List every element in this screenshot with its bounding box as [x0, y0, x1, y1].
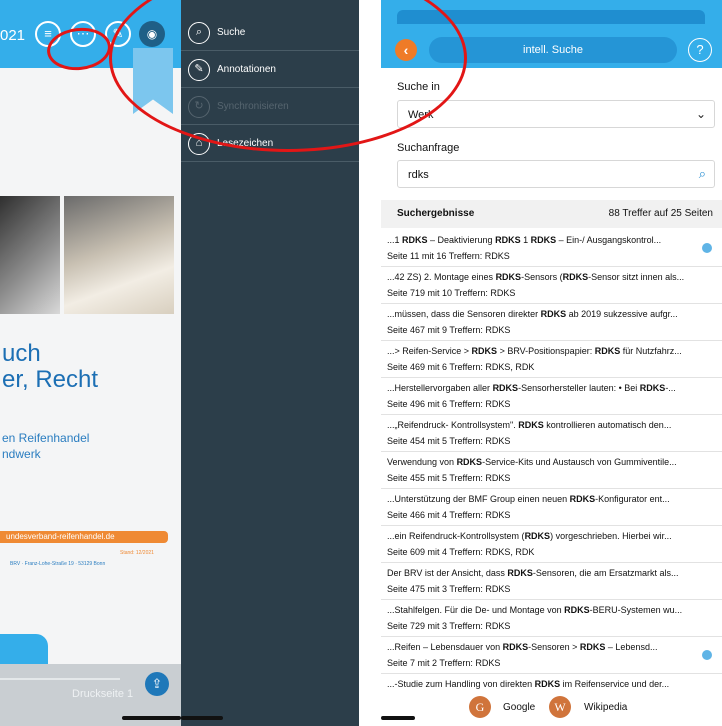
result-meta: Seite 719 mit 10 Treffern: RDKS	[387, 288, 516, 298]
year-fragment: 021	[0, 27, 26, 44]
result-row[interactable]: Der BRV ist der Ansicht, dass RDKS-Senso…	[381, 563, 722, 600]
annotation-dot-icon[interactable]	[702, 650, 712, 660]
google-icon[interactable]: G	[469, 696, 491, 718]
result-row[interactable]: ...„Reifendruck- Kontrollsystem". RDKS k…	[381, 415, 722, 452]
cover-sub-line2: ndwerk	[2, 447, 41, 461]
result-snippet: ...„Reifendruck- Kontrollsystem". RDKS k…	[387, 420, 672, 430]
home-indicator	[122, 716, 181, 720]
result-snippet: Der BRV ist der Ansicht, dass RDKS-Senso…	[387, 568, 679, 578]
result-meta: Seite 454 mit 5 Treffern: RDKS	[387, 436, 511, 446]
page-slider[interactable]	[0, 678, 120, 680]
result-row[interactable]: ...42 ZS) 2. Montage eines RDKS-Sensors …	[381, 267, 722, 304]
query-label: Suchanfrage	[397, 142, 460, 154]
print-page-label: Druckseite 1	[72, 688, 134, 700]
cover-accent-block	[0, 634, 48, 668]
result-row[interactable]: ...müssen, dass die Sensoren direkter RD…	[381, 304, 722, 341]
result-row[interactable]: ...Unterstützung der BMF Group einen neu…	[381, 489, 722, 526]
wikipedia-icon[interactable]: W	[549, 696, 571, 718]
result-snippet: ...-Studie zum Handling von direkten RDK…	[387, 679, 670, 689]
cover-title: uch er, Recht	[2, 341, 98, 393]
result-row[interactable]: ...Herstellervorgaben aller RDKS-Sensorh…	[381, 378, 722, 415]
result-row[interactable]: ...> Reifen-Service > RDKS > BRV-Positio…	[381, 341, 722, 378]
annotation-dot-icon[interactable]	[702, 243, 712, 253]
results-label: Suchergebnisse	[397, 208, 475, 219]
home-indicator	[381, 716, 415, 720]
result-snippet: ...> Reifen-Service > RDKS > BRV-Positio…	[387, 346, 682, 356]
cover-photo-left	[0, 196, 60, 314]
result-meta: Seite 475 mit 3 Treffern: RDKS	[387, 584, 511, 594]
share-icon[interactable]: ⇪	[145, 672, 169, 696]
results-count: 88 Treffer auf 25 Seiten	[608, 208, 713, 219]
result-snippet: ...ein Reifendruck-Kontrollsystem (RDKS)…	[387, 531, 672, 541]
result-meta: Seite 469 mit 6 Treffern: RDKS, RDK	[387, 362, 535, 372]
result-meta: Seite 467 mit 9 Treffern: RDKS	[387, 325, 511, 335]
search-in-select[interactable]: Werk ⌄	[397, 100, 715, 128]
search-icon[interactable]: ⌕	[699, 166, 706, 182]
cover-sub-line1: en Reifenhandel	[2, 431, 90, 445]
result-snippet: ...1 RDKS – Deaktivierung RDKS 1 RDKS – …	[387, 235, 662, 245]
chevron-down-icon: ⌄	[695, 107, 706, 121]
query-input[interactable]: rdks ⌕	[397, 160, 715, 188]
result-meta: Seite 11 mit 16 Treffern: RDKS	[387, 251, 510, 261]
result-row[interactable]: ...Stahlfelgen. Für die De- und Montage …	[381, 600, 722, 637]
result-row[interactable]: Verwendung von RDKS-Service-Kits und Aus…	[381, 452, 722, 489]
result-snippet: ...Herstellervorgaben aller RDKS-Sensorh…	[387, 383, 676, 393]
result-snippet: ...Stahlfelgen. Für die De- und Montage …	[387, 605, 683, 615]
result-snippet: ...42 ZS) 2. Montage eines RDKS-Sensors …	[387, 272, 685, 282]
cover-title-line1: uch	[2, 340, 41, 367]
cover-stand: Stand: 12/2021	[120, 550, 154, 556]
query-value: rdks	[408, 169, 429, 181]
cover-address: BRV · Franz-Lohe-Straße 19 · 53129 Bonn	[10, 561, 106, 567]
wikipedia-label[interactable]: Wikipedia	[584, 702, 627, 713]
result-meta: Seite 455 mit 5 Treffern: RDKS	[387, 473, 511, 483]
cover-photo-right	[64, 196, 174, 314]
external-search-bar: G Google W Wikipedia	[381, 694, 722, 726]
google-label[interactable]: Google	[503, 702, 535, 713]
results-header: Suchergebnisse 88 Treffer auf 25 Seiten	[381, 200, 722, 228]
result-meta: Seite 466 mit 4 Treffern: RDKS	[387, 510, 511, 520]
result-snippet: Verwendung von RDKS-Service-Kits und Aus…	[387, 457, 677, 467]
result-snippet: ...Reifen – Lebensdauer von RDKS-Sensore…	[387, 642, 658, 652]
result-meta: Seite 496 mit 6 Treffern: RDKS	[387, 399, 511, 409]
result-meta: Seite 7 mit 2 Treffern: RDKS	[387, 658, 501, 668]
result-row[interactable]: ...ein Reifendruck-Kontrollsystem (RDKS)…	[381, 526, 722, 563]
help-icon[interactable]: ?	[688, 38, 712, 62]
cover-subtitle: en Reifenhandel ndwerk	[2, 430, 89, 462]
cover-url-banner: undesverband-reifenhandel.de	[0, 531, 168, 543]
result-snippet: ...Unterstützung der BMF Group einen neu…	[387, 494, 670, 504]
cover-title-line2: er, Recht	[2, 366, 99, 393]
home-indicator	[181, 716, 223, 720]
result-row[interactable]: ...1 RDKS – Deaktivierung RDKS 1 RDKS – …	[381, 230, 722, 267]
result-snippet: ...müssen, dass die Sensoren direkter RD…	[387, 309, 678, 319]
result-meta: Seite 609 mit 4 Treffern: RDKS, RDK	[387, 547, 535, 557]
result-row[interactable]: ...Reifen – Lebensdauer von RDKS-Sensore…	[381, 637, 722, 674]
result-meta: Seite 729 mit 3 Treffern: RDKS	[387, 621, 511, 631]
